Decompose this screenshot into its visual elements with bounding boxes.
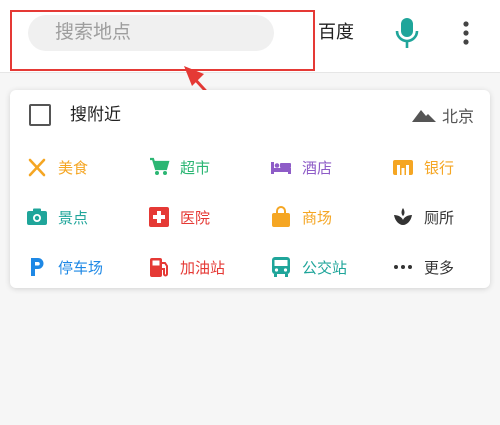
category-food[interactable]: 美食 bbox=[26, 154, 88, 180]
nearby-label[interactable]: 搜附近 bbox=[70, 103, 121, 127]
fork-knife-icon bbox=[26, 156, 48, 178]
category-parking[interactable]: 停车场 bbox=[26, 254, 103, 280]
shopping-bag-icon bbox=[270, 206, 292, 228]
bus-icon bbox=[270, 256, 292, 278]
category-label: 加油站 bbox=[180, 258, 226, 277]
category-label: 停车场 bbox=[58, 258, 104, 277]
more-vert-icon[interactable] bbox=[456, 18, 476, 48]
nearby-checkbox[interactable] bbox=[29, 104, 51, 126]
search-engine-label[interactable]: 百度 bbox=[318, 20, 354, 46]
more-dots-icon bbox=[392, 256, 414, 278]
category-gas-station[interactable]: 加油站 bbox=[148, 254, 225, 280]
bed-icon bbox=[270, 156, 292, 178]
category-label: 商场 bbox=[302, 208, 333, 227]
category-label: 更多 bbox=[424, 258, 455, 277]
microphone-icon[interactable] bbox=[392, 16, 422, 50]
category-label: 医院 bbox=[180, 208, 211, 227]
category-label: 美食 bbox=[58, 158, 89, 177]
category-label: 公交站 bbox=[302, 258, 348, 277]
gas-station-icon bbox=[148, 256, 170, 278]
category-label: 厕所 bbox=[424, 208, 455, 227]
city-selector[interactable]: 北京 bbox=[412, 103, 474, 127]
category-more[interactable]: 更多 bbox=[392, 254, 454, 280]
parking-icon bbox=[26, 256, 48, 278]
category-label: 酒店 bbox=[302, 158, 333, 177]
first-aid-icon bbox=[148, 206, 170, 228]
category-hotel[interactable]: 酒店 bbox=[270, 154, 332, 180]
category-attraction[interactable]: 景点 bbox=[26, 204, 88, 230]
mountain-icon bbox=[412, 110, 436, 122]
category-bus-stop[interactable]: 公交站 bbox=[270, 254, 347, 280]
toilet-icon bbox=[392, 206, 414, 228]
camera-icon bbox=[26, 206, 48, 228]
category-mall[interactable]: 商场 bbox=[270, 204, 332, 230]
category-supermarket[interactable]: 超市 bbox=[148, 154, 210, 180]
category-label: 超市 bbox=[180, 158, 211, 177]
city-label: 北京 bbox=[442, 107, 475, 126]
category-label: 景点 bbox=[58, 208, 89, 227]
category-label: 银行 bbox=[424, 158, 455, 177]
bank-icon bbox=[392, 156, 414, 178]
cart-icon bbox=[148, 156, 170, 178]
category-hospital[interactable]: 医院 bbox=[148, 204, 210, 230]
category-toilet[interactable]: 厕所 bbox=[392, 204, 454, 230]
category-bank[interactable]: 银行 bbox=[392, 154, 454, 180]
